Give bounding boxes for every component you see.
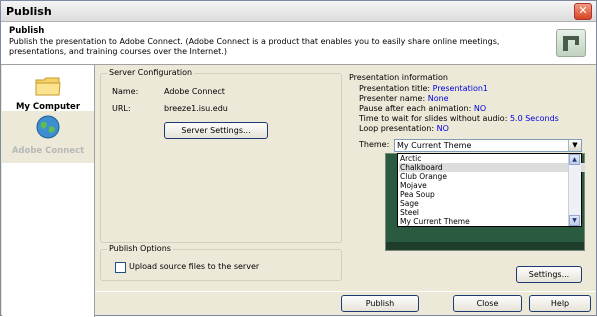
sidebar-item-label: Adobe Connect <box>11 146 85 156</box>
upload-source-label[interactable]: Upload source files to the server <box>129 262 259 271</box>
server-name-value: Adobe Connect <box>164 87 225 96</box>
scroll-up-icon[interactable]: ▲ <box>569 154 580 165</box>
info-line-pause: Pause after each animation: NO <box>359 104 487 113</box>
publish-button[interactable]: Publish <box>341 295 419 312</box>
info-line-presenter: Presenter name: None <box>359 94 449 103</box>
theme-option[interactable]: Pea Soup <box>399 190 585 199</box>
presentation-info-legend: Presentation information <box>349 73 448 82</box>
footer-divider <box>95 291 596 292</box>
publish-options-legend: Publish Options <box>107 244 173 253</box>
server-url-label: URL: <box>112 104 131 113</box>
theme-option[interactable]: Sage <box>399 199 585 208</box>
server-settings-button[interactable]: Server Settings... <box>164 122 268 139</box>
header-description: Publish the presentation to Adobe Connec… <box>9 37 500 56</box>
close-window-button[interactable]: ✕ <box>574 3 592 20</box>
title-bar[interactable]: Publish ✕ <box>1 1 596 22</box>
window-title: Publish <box>6 5 52 18</box>
close-button[interactable]: Close <box>453 295 522 312</box>
theme-dropdown-list[interactable]: Arctic Chalkboard Club Orange Mojave Pea… <box>397 153 585 227</box>
presentation-info-panel: Presentation information Presentation ti… <box>347 69 593 287</box>
close-icon: ✕ <box>578 4 588 17</box>
presentation-settings-button[interactable]: Settings... <box>516 266 582 283</box>
scroll-down-icon[interactable]: ▼ <box>569 215 580 226</box>
theme-option[interactable]: Mojave <box>399 181 585 190</box>
folder-icon <box>35 75 61 100</box>
theme-list-scrollbar[interactable]: ▲ ▼ <box>568 154 581 226</box>
adobe-connect-logo-icon <box>556 29 586 57</box>
globe-icon <box>35 114 61 143</box>
server-configuration-legend: Server Configuration <box>107 68 195 77</box>
preview-controls-bar <box>386 242 584 250</box>
theme-option[interactable]: Arctic <box>399 154 585 163</box>
upload-source-checkbox[interactable] <box>115 262 126 273</box>
theme-option-highlighted[interactable]: Chalkboard <box>399 163 585 172</box>
sidebar-item-adobe-connect[interactable]: Adobe Connect <box>2 111 94 163</box>
theme-option[interactable]: Club Orange <box>399 172 585 181</box>
theme-select[interactable]: My Current Theme ▼ <box>394 139 582 152</box>
dialog-header: Publish Publish the presentation to Adob… <box>1 22 596 65</box>
help-button[interactable]: Help <box>529 295 591 312</box>
publish-options-group: Publish Options Upload source files to t… <box>100 244 342 281</box>
theme-selected-value: My Current Theme <box>397 141 472 150</box>
theme-label: Theme: <box>359 140 390 149</box>
server-configuration-group: Server Configuration Name: Adobe Connect… <box>100 68 342 243</box>
info-line-loop: Loop presentation: NO <box>359 124 449 133</box>
info-line-wait-time: Time to wait for slides without audio: 5… <box>359 114 559 123</box>
server-name-label: Name: <box>112 87 139 96</box>
publish-dialog: Publish ✕ Publish Publish the presentati… <box>0 0 597 317</box>
header-title: Publish <box>9 26 45 36</box>
server-url-value: breeze1.isu.edu <box>164 104 228 113</box>
info-line-title: Presentation title: Presentation1 <box>359 84 489 93</box>
destination-sidebar: My Computer Adobe Connect <box>2 65 95 317</box>
theme-option[interactable]: My Current Theme <box>399 217 585 226</box>
theme-option[interactable]: Steel <box>399 208 585 217</box>
chevron-down-icon[interactable]: ▼ <box>568 140 581 151</box>
